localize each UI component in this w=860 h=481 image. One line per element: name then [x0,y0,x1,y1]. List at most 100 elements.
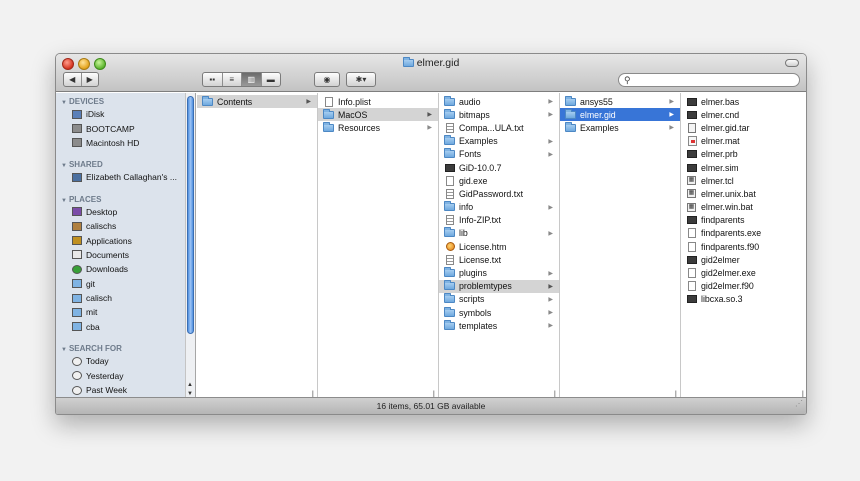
forward-button[interactable]: ▶ [80,73,99,86]
disclosure-triangle-icon[interactable]: ▼ [61,347,67,353]
toolbar-toggle-button[interactable] [785,59,799,67]
file-item[interactable]: findparents.exe [681,227,806,240]
file-item[interactable]: info ▶ [439,201,559,214]
file-item[interactable]: lib ▶ [439,227,559,240]
disclosure-triangle-icon[interactable]: ▼ [61,163,67,169]
file-item[interactable]: Info.plist [318,95,438,108]
sidebar-item-mit[interactable]: mit [56,305,195,319]
resize-grip-icon[interactable]: ⋰ [795,396,803,412]
file-item[interactable]: findparents.f90 [681,240,806,253]
folder-icon [565,121,576,132]
file-item[interactable]: Examples ▶ [439,135,559,148]
folder-icon [72,293,82,303]
browser-column-5[interactable]: elmer.bas elmer.cnd elmer.gid.tar elmer.mat… [681,93,806,399]
coverflow-view-icon[interactable]: ▬ [260,73,281,86]
file-item[interactable]: symbols ▶ [439,306,559,319]
folder-icon [402,57,414,67]
sidebar-item-bootcamp[interactable]: BOOTCAMP [56,121,195,135]
sidebar-item-past-week[interactable]: Past Week [56,383,195,397]
file-item[interactable]: elmer.sim [681,161,806,174]
file-item[interactable]: Resources ▶ [318,121,438,134]
file-item[interactable]: elmer.bas [681,95,806,108]
sidebar-scroll-thumb[interactable] [187,96,194,334]
back-forward-group: ◀ ▶ [63,72,99,87]
sidebar-section-title: PLACES [68,194,102,204]
file-item[interactable]: elmer.prb [681,148,806,161]
sidebar-item-today[interactable]: Today [56,354,195,368]
folder-icon [444,227,455,238]
idisk-icon [72,109,82,119]
sidebar-item-yesterday[interactable]: Yesterday [56,368,195,382]
scroll-up-arrow[interactable]: ▲ [187,382,193,388]
sidebar-section-search-for[interactable]: ▼ SEARCH FOR [56,340,195,354]
sidebar-item-git[interactable]: git [56,277,195,291]
file-item[interactable]: audio ▶ [439,95,559,108]
file-item[interactable]: elmer.mat [681,135,806,148]
sidebar-item-desktop[interactable]: Desktop [56,205,195,219]
sidebar-item-calisch[interactable]: calisch [56,291,195,305]
sidebar-item-cba[interactable]: cba [56,320,195,334]
browser-column-2[interactable]: Info.plist MacOS ▶ Resources ▶ || [318,93,439,399]
file-item[interactable]: gid2elmer.exe [681,266,806,279]
sidebar-item-label: calischs [86,221,117,232]
disclosure-arrow-icon: ▶ [548,204,553,211]
sidebar-item-documents[interactable]: Documents [56,248,195,262]
file-item[interactable]: gid2elmer [681,253,806,266]
search-field[interactable]: ⚲ [618,73,800,87]
quick-look-button[interactable]: ◉ [314,72,340,87]
sidebar-item-downloads[interactable]: Downloads [56,262,195,276]
sidebar-item-applications[interactable]: Applications [56,233,195,247]
disclosure-triangle-icon[interactable]: ▼ [61,100,67,106]
file-item[interactable]: Info-ZIP.txt [439,214,559,227]
list-view-icon[interactable]: ≡ [221,73,242,86]
file-item[interactable]: elmer.gid.tar [681,121,806,134]
file-item[interactable]: templates ▶ [439,319,559,332]
file-item[interactable]: License.txt [439,253,559,266]
file-item[interactable]: Contents ▶ [197,95,317,109]
file-item[interactable]: plugins ▶ [439,266,559,279]
file-item[interactable]: bitmaps ▶ [439,108,559,121]
file-item[interactable]: gid.exe [439,174,559,187]
icon-view-icon[interactable]: ▪▪ [203,73,222,86]
file-item[interactable]: ansys55 ▶ [560,95,680,108]
folder-icon [444,135,455,146]
file-item[interactable]: gid2elmer.f90 [681,280,806,293]
sidebar-section-places[interactable]: ▼ PLACES [56,191,195,205]
eye-icon: ◉ [323,75,331,84]
file-item[interactable]: findparents [681,214,806,227]
file-item[interactable]: GiD-10.0.7 [439,161,559,174]
sidebar-item-idisk[interactable]: iDisk [56,107,195,121]
title-bar[interactable]: elmer.gid ◀ ▶ ▪▪ ≡ ▥ ▬ ◉ ✱▾ ⚲ [56,54,806,92]
disclosure-arrow-icon: ▶ [669,112,674,119]
sidebar-item-elizabeth-callaghan-s[interactable]: Elizabeth Callaghan's ... [56,170,195,184]
browser-column-3[interactable]: audio ▶ bitmaps ▶ Compa...ULA.txt Examples ▶ Fo… [439,93,560,399]
file-item[interactable]: ▦ elmer.win.bat [681,201,806,214]
browser-column-4[interactable]: ansys55 ▶ elmer.gid ▶ Examples ▶ || [560,93,681,399]
file-item[interactable]: ▦ elmer.unix.bat [681,187,806,200]
folder-icon [202,95,213,106]
file-item[interactable]: Examples ▶ [560,121,680,134]
column-view-icon[interactable]: ▥ [241,73,261,86]
file-item[interactable]: License.htm [439,240,559,253]
sidebar-scrollbar[interactable]: ▲ ▼ [185,93,195,399]
sidebar-item-macintosh-hd[interactable]: Macintosh HD [56,136,195,150]
file-item[interactable]: Fonts ▶ [439,148,559,161]
file-item[interactable]: GidPassword.txt [439,187,559,200]
sidebar-item-calischs[interactable]: calischs [56,219,195,233]
file-item[interactable]: elmer.cnd [681,108,806,121]
sidebar-section-shared[interactable]: ▼ SHARED [56,156,195,170]
file-item[interactable]: Compa...ULA.txt [439,121,559,134]
file-item[interactable]: ▦ elmer.tcl [681,174,806,187]
disclosure-arrow-icon: ▶ [548,270,553,277]
disclosure-triangle-icon[interactable]: ▼ [61,198,67,204]
browser-column-1[interactable]: Contents ▶ || [197,93,318,399]
back-button[interactable]: ◀ [64,73,81,86]
file-item[interactable]: problemtypes ▶ [439,279,559,293]
file-item[interactable]: MacOS ▶ [318,108,438,122]
folder-icon [444,148,455,159]
sidebar-section-devices[interactable]: ▼ DEVICES [56,93,195,107]
file-item[interactable]: elmer.gid ▶ [560,108,680,122]
action-menu-button[interactable]: ✱▾ [346,72,376,87]
file-item[interactable]: libcxa.so.3 [681,293,806,306]
file-item[interactable]: scripts ▶ [439,293,559,306]
